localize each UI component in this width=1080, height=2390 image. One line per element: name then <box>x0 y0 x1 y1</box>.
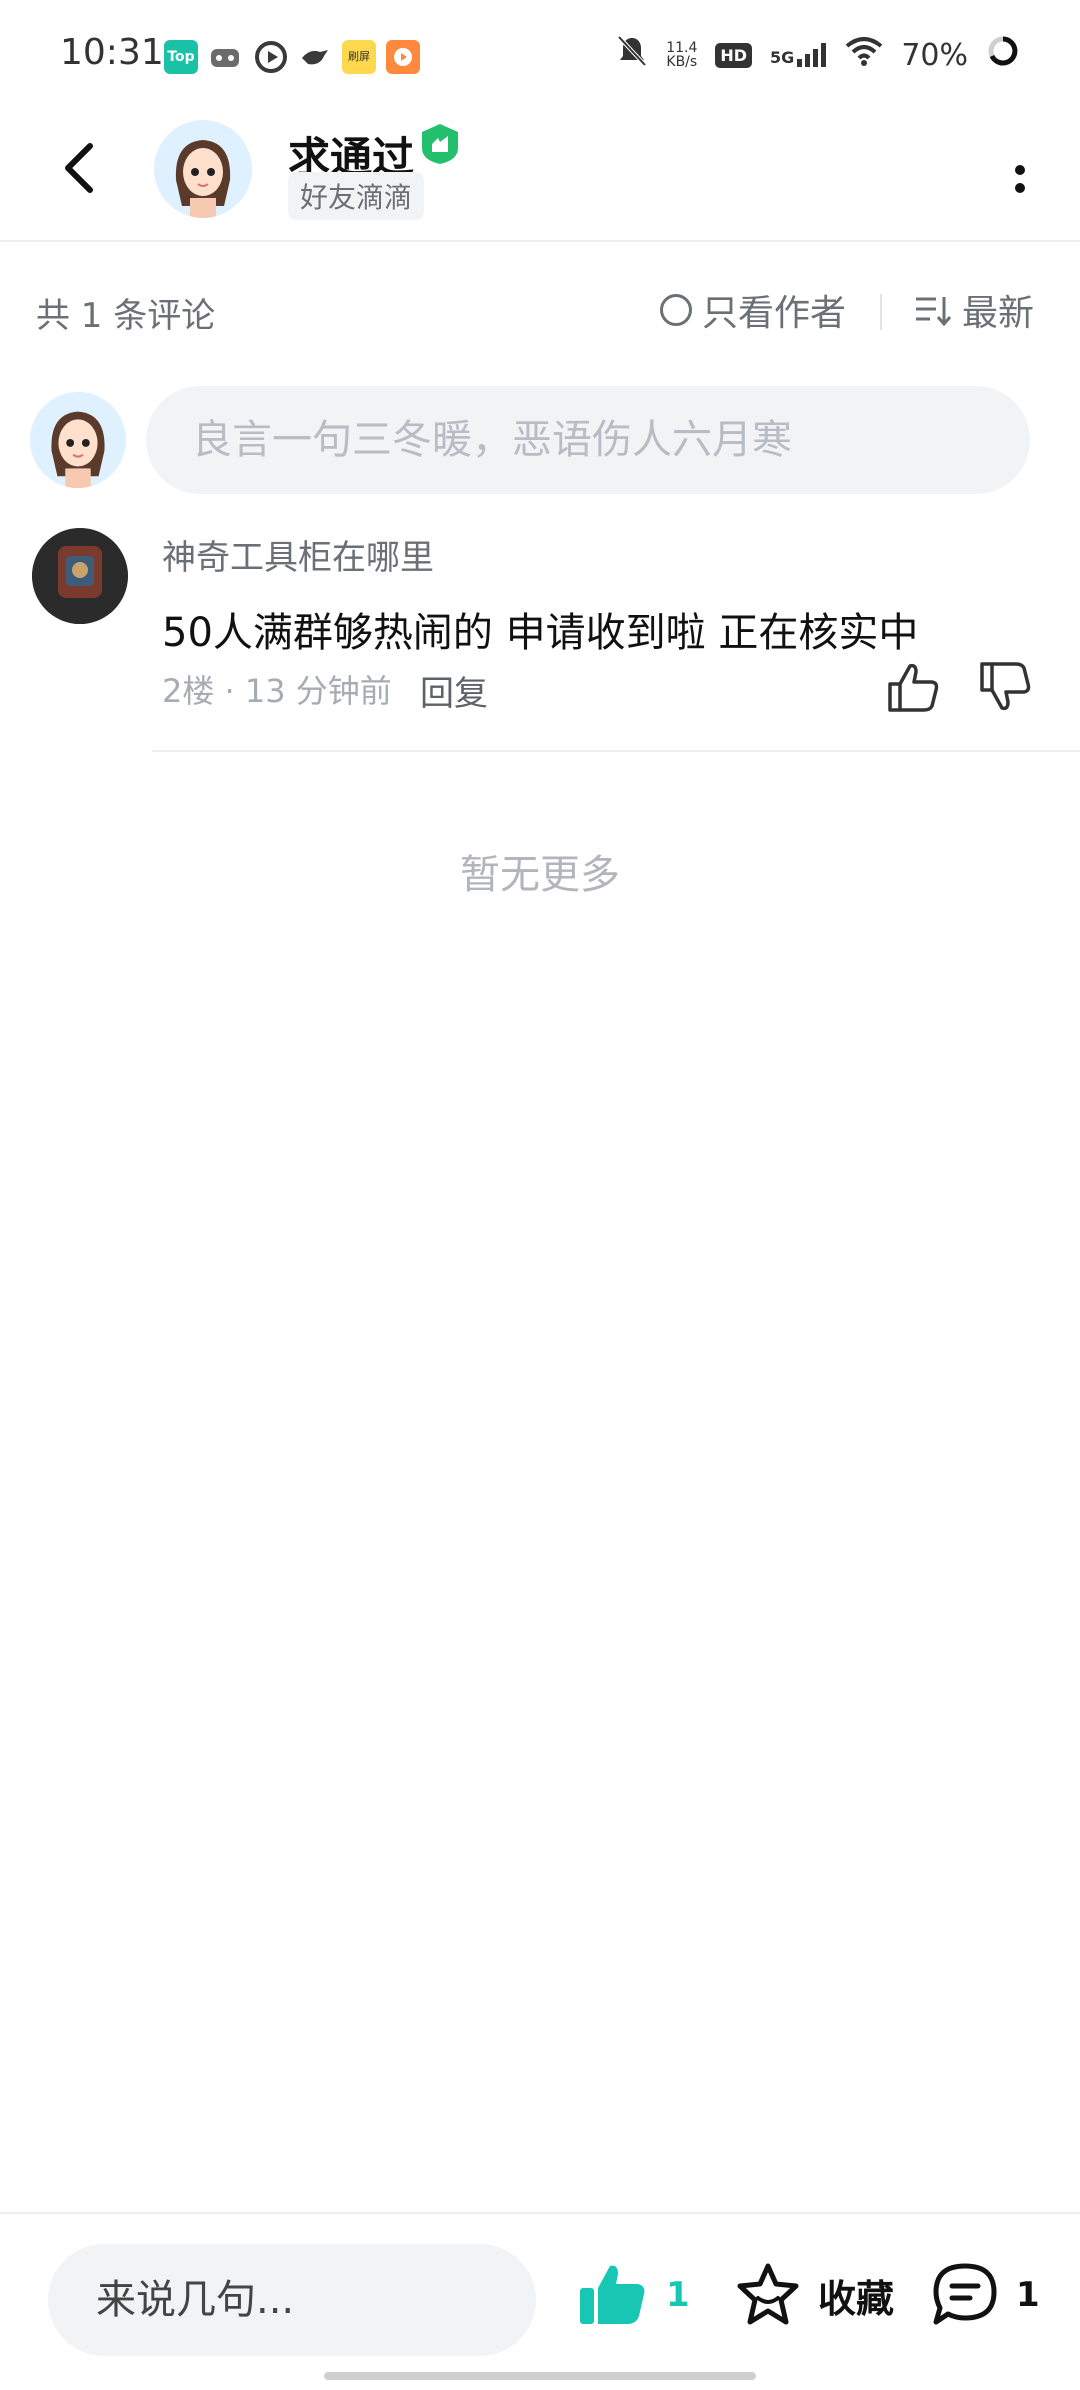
comment-input-container[interactable] <box>146 386 1030 494</box>
video-play-icon <box>254 40 288 74</box>
no-more-label: 暂无更多 <box>460 852 620 898</box>
comment-input[interactable] <box>190 416 1030 464</box>
comment-like-button[interactable] <box>884 658 942 716</box>
say-something-input[interactable] <box>94 2276 536 2324</box>
current-user-avatar <box>30 392 126 488</box>
say-something-container[interactable] <box>48 2244 536 2356</box>
signal-5g: 5G <box>770 43 827 67</box>
more-options-button[interactable] <box>1002 152 1038 222</box>
thumbs-up-filled-icon <box>580 2265 645 2324</box>
yellow-app-icon: 刷屏 <box>342 40 376 74</box>
wifi-icon <box>845 36 883 74</box>
cellular-signal-icon <box>797 43 827 67</box>
thumbs-up-outline-icon <box>888 663 939 712</box>
status-bar: 10:31 Top 刷屏 11.4 KB/s HD 5G 70% <box>0 0 1080 110</box>
comment-count-label: 共 1 条评论 <box>36 296 216 336</box>
only-author-toggle[interactable]: 只看作者 <box>660 284 846 336</box>
bottom-action-bar: 1 收藏 1 <box>0 2212 1080 2390</box>
mute-bell-icon <box>616 34 648 76</box>
comment-username[interactable]: 神奇工具柜在哪里 <box>162 530 434 579</box>
commenter-avatar[interactable] <box>32 528 128 624</box>
sort-button[interactable]: 最新 <box>914 284 1034 336</box>
hd-badge: HD <box>715 42 753 68</box>
reply-button[interactable]: 回复 <box>420 666 488 715</box>
net-speed: 11.4 KB/s <box>666 40 698 70</box>
home-indicator[interactable] <box>324 2372 756 2380</box>
group-avatar[interactable] <box>154 120 252 218</box>
post-like-button[interactable]: 1 <box>578 2262 690 2328</box>
verified-badge-icon <box>418 122 462 166</box>
game-controller-icon <box>208 40 242 74</box>
comment-filter-bar: 共 1 条评论 只看作者 最新 <box>0 250 1080 370</box>
sort-icon <box>916 297 952 327</box>
comments-button[interactable]: 1 <box>930 2262 1040 2328</box>
only-author-label: 只看作者 <box>702 293 847 334</box>
radio-circle-icon <box>660 294 692 326</box>
top-app-icon: Top <box>164 40 198 74</box>
battery-percent: 70% <box>901 37 968 73</box>
filter-divider <box>880 294 882 330</box>
top-bar: 求通过 好友滴滴 <box>0 110 1080 242</box>
comment-count: 1 <box>1016 2275 1040 2315</box>
comment-separator <box>152 750 1080 752</box>
orange-app-icon <box>386 40 420 74</box>
battery-ring-icon <box>986 34 1020 76</box>
status-right: 11.4 KB/s HD 5G 70% <box>616 30 1020 80</box>
bird-icon <box>298 40 332 74</box>
chat-bubble-icon <box>933 2263 997 2325</box>
comment-text: 50人满群够热闹的 申请收到啦 正在核实中 <box>162 610 919 656</box>
sort-label: 最新 <box>962 293 1035 334</box>
vertical-dots-icon <box>1015 165 1025 193</box>
comment-meta: 2楼 · 13 分钟前 <box>162 672 392 710</box>
back-button[interactable] <box>52 138 112 198</box>
collect-label: 收藏 <box>818 2276 895 2321</box>
thumbs-down-outline-icon <box>980 662 1031 711</box>
chevron-left-icon <box>65 143 93 193</box>
star-outline-icon <box>737 2263 799 2325</box>
post-like-count: 1 <box>666 2275 690 2315</box>
status-time: 10:31 <box>60 32 164 73</box>
comment-dislike-button[interactable] <box>976 658 1034 716</box>
collect-button[interactable]: 收藏 <box>734 2262 894 2328</box>
group-tag: 好友滴滴 <box>288 172 425 220</box>
